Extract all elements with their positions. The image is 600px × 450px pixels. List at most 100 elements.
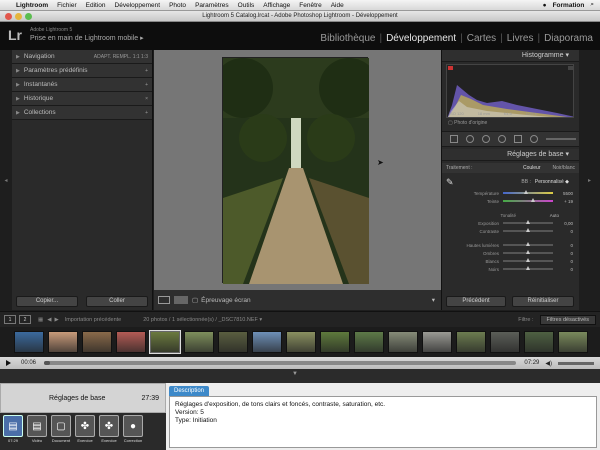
slider-track[interactable] [503, 228, 553, 232]
radial-filter-icon[interactable] [530, 135, 538, 143]
filmstrip-thumbnail[interactable] [82, 331, 112, 353]
menu-edition[interactable]: Edition [86, 2, 106, 9]
paste-button[interactable]: Coller [86, 296, 148, 307]
filmstrip-thumbnail[interactable] [14, 331, 44, 353]
close-icon[interactable] [5, 13, 12, 20]
user-name[interactable]: Formation [553, 2, 585, 9]
panel-snapshots[interactable]: ▶ Instantanés + [12, 78, 152, 92]
second-window-button[interactable]: 2 [19, 315, 31, 324]
menu-developpement[interactable]: Développement [115, 2, 161, 9]
slider-value[interactable]: + 19 [564, 199, 573, 204]
panel-presets[interactable]: ▶ Paramètres prédéfinis + [12, 64, 152, 78]
resource-vidéo-0[interactable]: ▤ 07:29 [2, 415, 24, 448]
filmstrip-thumbnail[interactable] [388, 331, 418, 353]
forward-icon[interactable]: ▶ [54, 317, 58, 323]
slider-value[interactable]: 5500 [563, 191, 573, 196]
menu-parametres[interactable]: Paramètres [195, 2, 229, 9]
slider-knob[interactable] [526, 250, 530, 254]
slider-knob[interactable] [524, 190, 528, 194]
menu-fenetre[interactable]: Fenêtre [299, 2, 321, 9]
slider-value[interactable]: 0 [570, 243, 573, 248]
slider-value[interactable]: 0 [570, 251, 573, 256]
module-developpement[interactable]: Développement [383, 33, 459, 44]
reset-button[interactable]: Réinitialiser [512, 296, 574, 307]
slider-value[interactable]: 0 [570, 229, 573, 234]
slider-row[interactable]: Noirs 0 [442, 265, 579, 273]
previous-button[interactable]: Précédent [446, 296, 506, 307]
treatment-bw-option[interactable]: Noir/blanc [552, 165, 575, 171]
source-label[interactable]: Importation précédente [65, 317, 122, 323]
resource-vidéo-1[interactable]: ▤ Vidéo [26, 415, 48, 448]
back-icon[interactable]: ◀ [47, 317, 51, 323]
lesson-header[interactable]: Réglages de base 27:39 [0, 383, 166, 413]
toolbar-menu-icon[interactable]: ▾ [432, 296, 435, 304]
filmstrip-thumbnail[interactable] [184, 331, 214, 353]
slider-track[interactable] [503, 258, 553, 262]
right-panel-toggle[interactable]: ▸ [579, 50, 600, 310]
softproof-label[interactable]: Épreuvage écran [201, 297, 251, 304]
add-icon[interactable]: + [145, 68, 148, 74]
main-photo[interactable] [213, 57, 379, 284]
slider-knob[interactable] [526, 258, 530, 262]
module-cartes[interactable]: Cartes [464, 33, 499, 44]
filmstrip-thumbnail[interactable] [252, 331, 282, 353]
menu-aide[interactable]: Aide [331, 2, 344, 9]
slider-track[interactable] [503, 220, 553, 224]
filmstrip-thumbnail[interactable] [422, 331, 452, 353]
treatment-color-option[interactable]: Couleur [523, 165, 541, 171]
adjustment-brush-slider[interactable] [546, 138, 576, 140]
grid-overlay-icon[interactable] [450, 135, 458, 143]
crop-icon[interactable] [466, 135, 474, 143]
left-panel-toggle[interactable]: ◂ [0, 50, 12, 310]
add-icon[interactable]: + [145, 82, 148, 88]
module-diaporama[interactable]: Diaporama [541, 33, 596, 44]
basic-panel-header[interactable]: Réglages de base ▾ [442, 149, 579, 161]
panel-navigation[interactable]: ▶ Navigation ADAPT. REMPL. 1:1 1:3 [12, 50, 152, 64]
clear-icon[interactable]: × [145, 96, 148, 102]
before-after-icon[interactable] [174, 296, 188, 304]
bottom-panel-toggle[interactable]: ▼ [0, 369, 600, 383]
filmstrip-thumbnail[interactable] [48, 331, 78, 353]
filmstrip[interactable] [0, 327, 600, 357]
slider-row[interactable]: Ombres 0 [442, 249, 579, 257]
slider-track[interactable] [503, 242, 553, 246]
histogram[interactable]: ISO 120 18 mm f/4,5 1/25 s [446, 64, 574, 118]
slider-track[interactable] [503, 250, 553, 254]
menu-fichier[interactable]: Fichier [57, 2, 77, 9]
module-bibliotheque[interactable]: Bibliothèque [317, 33, 378, 44]
filmstrip-thumbnail[interactable] [456, 331, 486, 353]
menu-outils[interactable]: Outils [238, 2, 255, 9]
selection-count[interactable]: 20 photos / 1 sélectionnée(s) / _DSC7810… [143, 317, 262, 323]
menu-photo[interactable]: Photo [169, 2, 186, 9]
slider-knob[interactable] [526, 242, 530, 246]
module-livres[interactable]: Livres [504, 33, 537, 44]
red-eye-icon[interactable] [498, 135, 506, 143]
panel-collections[interactable]: ▶ Collections + [12, 106, 152, 120]
menu-affichage[interactable]: Affichage [263, 2, 290, 9]
filmstrip-thumbnail[interactable] [558, 331, 588, 353]
grid-icon[interactable]: ▦ [38, 317, 43, 323]
slider-value[interactable]: 0,00 [564, 221, 573, 226]
filmstrip-thumbnail[interactable] [286, 331, 316, 353]
wb-dropdown[interactable]: Personnalisé ◆ [535, 179, 569, 185]
histogram-header[interactable]: Histogramme ▾ [442, 50, 579, 62]
copy-button[interactable]: Copier... [16, 296, 78, 307]
zoom-icon[interactable] [25, 13, 32, 20]
identity-tagline[interactable]: Prise en main de Lightroom mobile ▸ [30, 34, 144, 42]
filmstrip-thumbnail[interactable] [354, 331, 384, 353]
spot-removal-icon[interactable] [482, 135, 490, 143]
minimize-icon[interactable] [15, 13, 22, 20]
resource-exercice-4[interactable]: ✤ Exercice [98, 415, 120, 448]
resource-exercice-3[interactable]: ✤ Exercice [74, 415, 96, 448]
slider-knob[interactable] [526, 220, 530, 224]
resource-correction-5[interactable]: ● Correction [122, 415, 144, 448]
filmstrip-thumbnail[interactable] [218, 331, 248, 353]
description-tab[interactable]: Description [169, 386, 210, 396]
search-icon[interactable]: ⌕ [590, 1, 594, 9]
filmstrip-thumbnail[interactable] [320, 331, 350, 353]
slider-track[interactable] [503, 198, 553, 202]
slider-track[interactable] [503, 190, 553, 194]
slider-row[interactable]: Température 5500 [442, 189, 579, 197]
slider-knob[interactable] [531, 198, 535, 202]
slider-row[interactable]: Tonalité Auto [442, 211, 579, 219]
